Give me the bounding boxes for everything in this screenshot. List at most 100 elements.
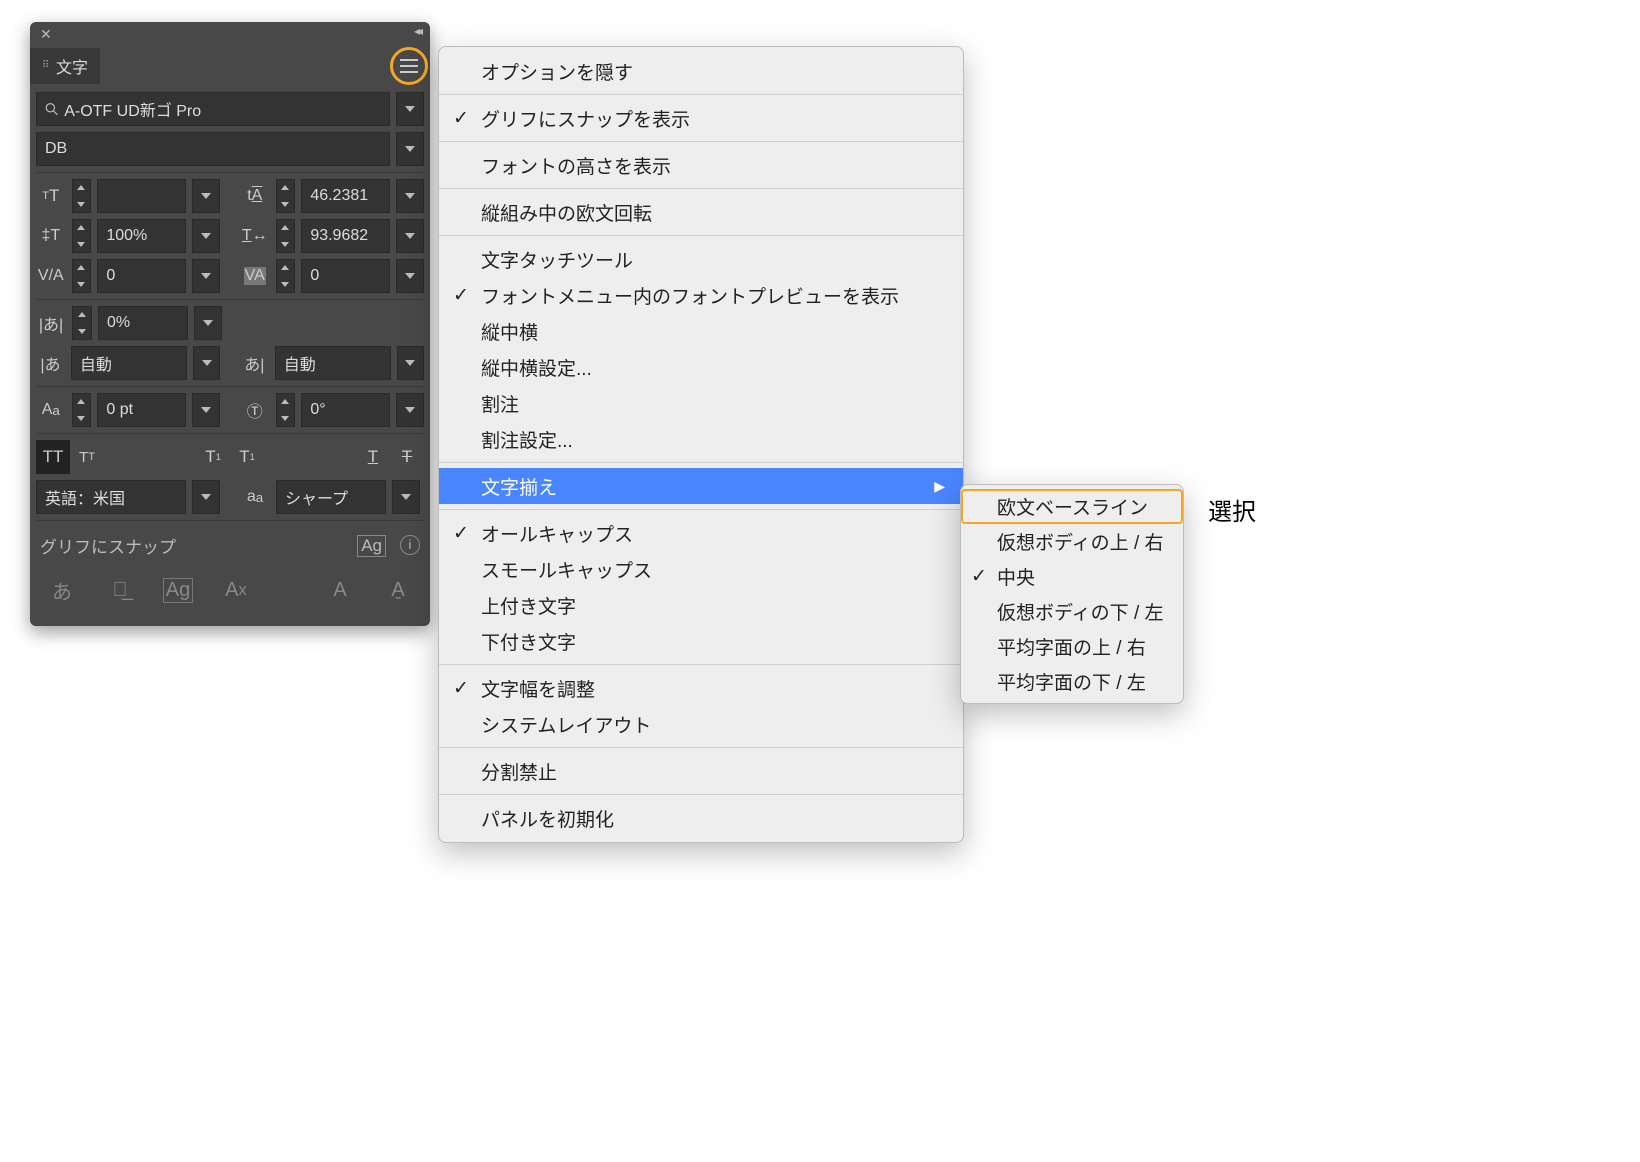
small-caps-toggle[interactable]: TT [70,440,104,474]
menu-item[interactable]: 縦中横 [439,313,963,349]
font-family-input[interactable] [64,100,381,118]
snap-baseline-icon[interactable]: あ [40,568,84,612]
char-rotation-dropdown[interactable] [396,393,424,427]
menu-item[interactable]: 文字揃え▶ [439,468,963,504]
font-style-dropdown-button[interactable] [396,132,424,166]
snap-label: グリフにスナップ [40,533,176,558]
font-style-field[interactable] [36,132,390,166]
annotation-label: 選択 [1208,492,1256,527]
menu-item[interactable]: ✓オールキャップス [439,515,963,551]
language-dropdown[interactable] [192,480,220,514]
snap-embox-icon[interactable]: Ax [214,568,258,612]
submenu-item[interactable]: 平均字面の下 / 左 [961,664,1183,699]
menu-item[interactable]: 縦中横設定... [439,349,963,385]
tab-label: 文字 [56,54,88,78]
panel-menu-button[interactable] [394,51,424,81]
char-rotation-spinner[interactable] [276,393,296,427]
baseline-shift-spinner[interactable] [72,393,92,427]
menu-item-label: 下付き文字 [481,628,576,655]
menu-item[interactable]: フォントの高さを表示 [439,147,963,183]
info-icon[interactable]: i [400,535,420,555]
submenu-item[interactable]: ✓中央 [961,559,1183,594]
vscale-field[interactable] [97,219,186,253]
close-icon[interactable]: ✕ [40,26,52,43]
antialias-dropdown[interactable] [392,480,420,514]
aki-before-field[interactable]: 自動 [71,346,187,380]
menu-item[interactable]: 下付き文字 [439,623,963,659]
tsume-dropdown[interactable] [194,306,222,340]
glyph-box-icon[interactable]: Ag [357,535,386,557]
font-size-field[interactable] [97,179,186,213]
check-icon: ✓ [453,677,469,700]
menu-item[interactable]: 割注設定... [439,421,963,457]
font-family-field[interactable] [36,92,390,126]
menu-item[interactable]: ✓ 文字幅を調整 [439,670,963,706]
submenu-arrow-icon: ▶ [934,478,945,495]
snap-capheight-icon[interactable]: Ag [156,568,200,612]
menu-item[interactable]: ✓フォントメニュー内のフォントプレビューを表示 [439,277,963,313]
char-rotation-field[interactable] [301,393,390,427]
menu-item[interactable]: オプションを隠す [439,53,963,89]
font-family-dropdown-button[interactable] [396,92,424,126]
menu-item[interactable]: パネルを初期化 [439,800,963,836]
submenu-item[interactable]: 仮想ボディの上 / 右 [961,524,1183,559]
submenu-item[interactable]: 欧文ベースライン [961,489,1183,524]
font-style-input[interactable] [45,140,381,158]
menu-item-label: スモールキャップス [481,556,652,583]
baseline-shift-field[interactable] [97,393,186,427]
submenu-item[interactable]: 仮想ボディの下 / 左 [961,594,1183,629]
vscale-dropdown[interactable] [192,219,220,253]
strikethrough-toggle[interactable]: T [390,440,424,474]
all-caps-toggle[interactable]: TT [36,440,70,474]
antialias-field[interactable]: シャープ [276,480,386,514]
menu-item[interactable]: 文字タッチツール [439,241,963,277]
tracking-spinner[interactable] [276,259,296,293]
panel-tabrow: ⠿ 文字 [30,48,430,84]
aki-after-dropdown[interactable] [397,346,424,380]
submenu-item-label: 平均字面の下 / 左 [997,668,1146,695]
menu-separator [439,462,963,463]
menu-item-label: オールキャップス [481,520,633,547]
hscale-field[interactable] [301,219,390,253]
snap-angular-icon[interactable]: A [318,568,362,612]
superscript-toggle[interactable]: T1 [196,440,230,474]
tab-character[interactable]: ⠿ 文字 [30,48,100,84]
font-size-dropdown[interactable] [192,179,220,213]
menu-separator [439,664,963,665]
font-size-spinner[interactable] [72,179,92,213]
kerning-spinner[interactable] [72,259,92,293]
subscript-toggle[interactable]: T1 [230,440,264,474]
language-field[interactable]: 英語：米国 [36,480,186,514]
submenu-item[interactable]: 平均字面の上 / 右 [961,629,1183,664]
leading-spinner[interactable] [276,179,296,213]
collapse-icon[interactable]: ◂◂ [414,24,420,38]
tsume-spinner[interactable] [72,306,92,340]
leading-field[interactable] [301,179,390,213]
baseline-shift-dropdown[interactable] [192,393,220,427]
tracking-field[interactable] [301,259,390,293]
underline-toggle[interactable]: T [356,440,390,474]
vscale-spinner[interactable] [72,219,92,253]
menu-item[interactable]: ✓グリフにスナップを表示 [439,100,963,136]
leading-dropdown[interactable] [396,179,424,213]
menu-item[interactable]: 上付き文字 [439,587,963,623]
snap-proximity-icon[interactable]: A̱ [376,568,420,612]
tsume-field[interactable] [98,306,188,340]
menu-item[interactable]: 縦組み中の欧文回転 [439,194,963,230]
menu-item[interactable]: 割注 [439,385,963,421]
menu-item[interactable]: システムレイアウト [439,706,963,742]
tracking-dropdown[interactable] [396,259,424,293]
kerning-dropdown[interactable] [192,259,220,293]
hscale-spinner[interactable] [276,219,296,253]
snap-xheight-icon[interactable]: あ̲ [98,568,142,612]
menu-item[interactable]: スモールキャップス [439,551,963,587]
kerning-field[interactable] [97,259,186,293]
menu-item-label: 文字タッチツール [481,246,633,273]
menu-item[interactable]: 分割禁止 [439,753,963,789]
aki-before-dropdown[interactable] [193,346,220,380]
aki-after-field[interactable]: 自動 [275,346,391,380]
search-icon [45,102,58,116]
hscale-dropdown[interactable] [396,219,424,253]
menu-item-label: 文字幅を調整 [481,675,595,702]
menu-item-label: オプションを隠す [481,58,633,85]
